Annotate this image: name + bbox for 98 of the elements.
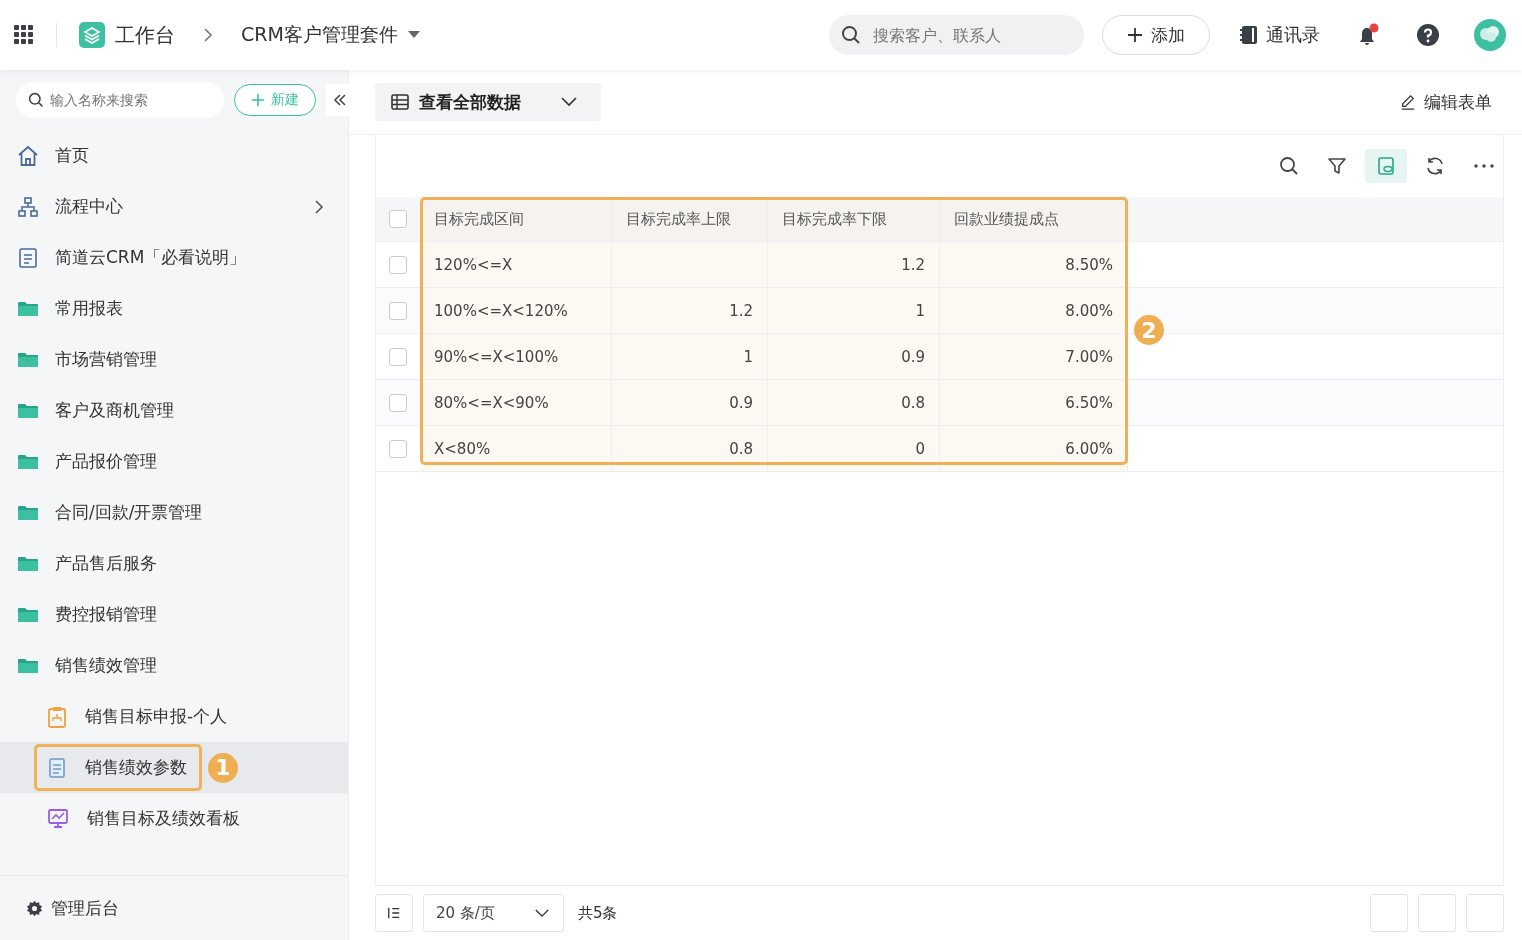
select-all-checkbox[interactable] — [389, 210, 407, 228]
monitor-chart-icon — [47, 807, 69, 830]
folder-icon — [17, 299, 39, 318]
notebook-icon — [1240, 25, 1258, 45]
folder-icon — [17, 452, 39, 471]
eye-card-icon — [1376, 156, 1396, 176]
nav-item[interactable]: 常用报表 — [0, 283, 348, 334]
table-cell: 0.9 — [612, 380, 768, 425]
clipboard-icon — [47, 705, 67, 728]
search-icon[interactable] — [1279, 156, 1299, 176]
table-cell: 0.8 — [612, 426, 768, 471]
table-cell: 1.2 — [768, 242, 940, 287]
document-icon — [17, 246, 39, 269]
table-cell: 8.00% — [940, 288, 1128, 333]
chevron-right-icon — [203, 27, 213, 43]
plus-icon — [1127, 27, 1143, 43]
folder-icon — [17, 554, 39, 573]
contacts-button[interactable]: 通讯录 — [1234, 22, 1326, 48]
table-cell: 0 — [768, 426, 940, 471]
total-count: 共5条 — [577, 903, 618, 923]
filter-icon[interactable] — [1327, 156, 1347, 176]
folder-icon — [17, 503, 39, 522]
chevron-down-icon — [561, 97, 577, 107]
nav-item[interactable]: 销售绩效管理 — [0, 640, 348, 691]
table-cell: 1 — [768, 288, 940, 333]
previous-page-button[interactable] — [1370, 894, 1408, 932]
view-toggle-button[interactable] — [1365, 149, 1407, 183]
table-cell: 6.00% — [940, 426, 1128, 471]
pencil-icon — [1400, 94, 1416, 110]
folder-icon — [17, 350, 39, 369]
callout-number: 2 — [1134, 315, 1164, 345]
table-cell: 0.9 — [768, 334, 940, 379]
folder-icon — [17, 605, 39, 624]
nav-item[interactable]: 流程中心 — [0, 181, 348, 232]
table-cell: 7.00% — [940, 334, 1128, 379]
folder-icon — [17, 656, 39, 675]
refresh-icon[interactable] — [1425, 156, 1445, 176]
list-icon — [387, 906, 401, 920]
nav-item[interactable]: 销售目标及绩效看板 — [34, 795, 255, 842]
stack-logo-icon — [79, 22, 105, 48]
row-checkbox[interactable] — [389, 255, 407, 274]
nav-item[interactable]: 客户及商机管理 — [0, 385, 348, 436]
table-cell: 0.8 — [768, 380, 940, 425]
global-search-field[interactable]: 搜索客户、联系人 — [829, 15, 1084, 55]
row-checkbox[interactable] — [389, 347, 407, 366]
double-chevron-left-icon — [332, 92, 348, 108]
column-header: 目标完成率上限 — [612, 197, 768, 241]
column-header: 回款业绩提成点 — [940, 197, 1128, 241]
search-icon — [841, 25, 861, 45]
more-icon[interactable] — [1473, 163, 1495, 169]
chevron-down-icon — [534, 908, 549, 918]
nav-item[interactable]: 首页 — [0, 130, 348, 181]
table-cell: 90%<=X<100% — [420, 334, 612, 379]
callout-number: 1 — [208, 752, 238, 783]
home-icon — [17, 144, 39, 167]
admin-link[interactable]: 管理后台 — [20, 895, 125, 921]
view-selector[interactable]: 查看全部数据 — [375, 83, 601, 121]
page-size-select[interactable]: 20 条/页 — [423, 894, 564, 932]
folder-icon — [17, 401, 39, 420]
nav-item[interactable]: 市场营销管理 — [0, 334, 348, 385]
table-icon — [391, 93, 409, 111]
caret-down-icon[interactable] — [407, 31, 420, 39]
nav-item[interactable]: 销售目标申报-个人 — [34, 693, 243, 740]
plus-icon — [251, 93, 265, 107]
row-checkbox[interactable] — [389, 393, 407, 412]
next-page-button[interactable] — [1418, 894, 1456, 932]
nav-item[interactable]: 产品售后服务 — [0, 538, 348, 589]
add-button[interactable]: 添加 — [1102, 15, 1210, 55]
nav-item[interactable]: 销售绩效参数 — [34, 744, 202, 791]
table-cell: 120%<=X — [420, 242, 612, 287]
edit-form-button[interactable]: 编辑表单 — [1394, 89, 1498, 115]
jump-page-button[interactable] — [1466, 894, 1504, 932]
row-checkbox[interactable] — [389, 439, 407, 458]
chevron-right-icon — [314, 198, 324, 215]
table-cell: 1 — [612, 334, 768, 379]
sidebar-search-field[interactable]: 输入名称来搜索 — [16, 82, 224, 118]
table-cell: 8.50% — [940, 242, 1128, 287]
app-name[interactable]: CRM客户管理套件 — [241, 22, 398, 48]
hierarchy-icon — [17, 195, 39, 218]
row-checkbox[interactable] — [389, 301, 407, 320]
table-cell: 6.50% — [940, 380, 1128, 425]
avatar-icon[interactable] — [1474, 19, 1506, 51]
nav-item[interactable]: 产品报价管理 — [0, 436, 348, 487]
document-icon — [47, 756, 67, 779]
gear-icon — [26, 899, 43, 917]
table-cell: 80%<=X<90% — [420, 380, 612, 425]
search-icon — [28, 92, 44, 108]
apps-grid-icon[interactable] — [14, 25, 34, 45]
table-cell: 1.2 — [612, 288, 768, 333]
workspace-link[interactable]: 工作台 — [115, 21, 175, 49]
help-icon[interactable] — [1416, 23, 1440, 47]
nav-item[interactable]: 费控报销管理 — [0, 589, 348, 640]
table-cell: X<80% — [420, 426, 612, 471]
nav-item[interactable]: 简道云CRM「必看说明」 — [0, 232, 348, 283]
nav-item[interactable]: 合同/回款/开票管理 — [0, 487, 348, 538]
table-cell: 100%<=X<120% — [420, 288, 612, 333]
row-height-button[interactable] — [375, 894, 413, 932]
column-header: 目标完成率下限 — [768, 197, 940, 241]
